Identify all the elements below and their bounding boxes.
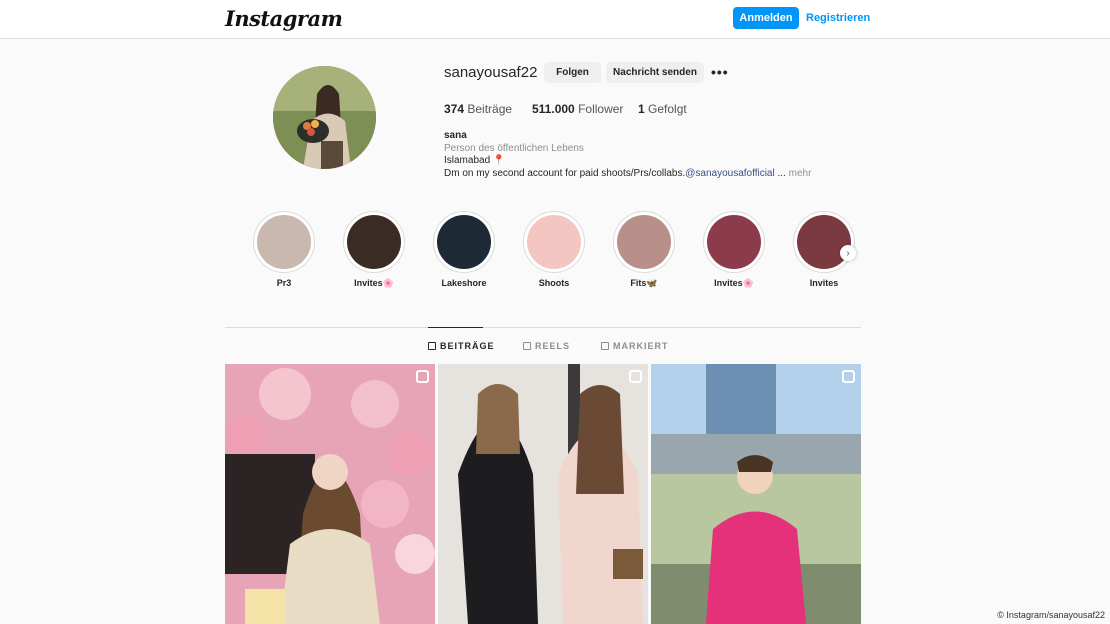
highlight-cover (343, 211, 405, 273)
instagram-logo[interactable]: Instagram (225, 6, 343, 31)
image-credit: © Instagram/sanayousaf22 (997, 610, 1105, 620)
profile-username: sanayousaf22 (444, 64, 538, 81)
post-tile[interactable] (438, 364, 648, 624)
followers-stat[interactable]: 511.000 Follower (532, 102, 638, 116)
following-stat[interactable]: 1 Gefolgt (638, 102, 687, 116)
highlight-cover (703, 211, 765, 273)
register-link[interactable]: Registrieren (806, 7, 870, 29)
following-count: 1 (638, 102, 645, 116)
bio-text: Dm on my second account for paid shoots/… (444, 167, 686, 179)
highlights-next-icon[interactable]: › (840, 245, 856, 261)
login-button[interactable]: Anmelden (733, 7, 799, 29)
story-highlight[interactable]: Invites🌸 (343, 211, 405, 289)
reel-icon (629, 370, 642, 383)
highlight-label: Shoots (538, 278, 570, 288)
bio-name: sana (444, 130, 467, 141)
highlight-cover (253, 211, 315, 273)
bio-more-link[interactable]: mehr (789, 168, 812, 179)
story-highlight[interactable]: Fits🦋 (613, 211, 675, 289)
highlight-label: Lakeshore (441, 278, 487, 288)
highlight-image (437, 215, 491, 269)
posts-label: Beiträge (467, 102, 513, 116)
highlight-image (347, 215, 401, 269)
tab-tagged[interactable]: MARKIERT (601, 341, 669, 351)
profile-stats: 374 Beiträge 511.000 Follower 1 Gefolgt (444, 102, 687, 116)
bio-mention-link[interactable]: @sanayousafofficial (685, 168, 774, 179)
more-options-icon[interactable]: ••• (711, 64, 729, 80)
highlight-cover (613, 211, 675, 273)
posts-stat[interactable]: 374 Beiträge (444, 102, 532, 116)
highlight-cover (433, 211, 495, 273)
tab-tagged-label: MARKIERT (613, 341, 669, 351)
highlight-cover (523, 211, 585, 273)
post-tile[interactable] (651, 364, 861, 624)
reel-icon (842, 370, 855, 383)
highlight-label: Pr3 (276, 278, 292, 288)
grid-icon (428, 342, 436, 350)
post-tile[interactable] (225, 364, 435, 624)
tab-posts-label: BEITRÄGE (440, 341, 495, 351)
story-highlight[interactable]: Shoots (523, 211, 585, 288)
highlight-cover (793, 211, 855, 273)
bio-line: Dm on my second account for paid shoots/… (444, 168, 811, 181)
bio-location: Islamabad 📍 (444, 155, 506, 166)
highlight-image (527, 215, 581, 269)
profile-bio: sana Person des öffentlichen Lebens Isla… (444, 130, 811, 180)
following-label: Gefolgt (648, 102, 687, 116)
followers-count: 511.000 (532, 102, 575, 116)
send-message-button[interactable]: Nachricht senden (606, 62, 704, 83)
highlight-image (257, 215, 311, 269)
highlight-image (797, 215, 851, 269)
bio-category: Person des öffentlichen Lebens (444, 142, 584, 154)
reel-icon (416, 370, 429, 383)
highlight-label: Invites (809, 278, 839, 288)
follow-button[interactable]: Folgen (544, 62, 601, 83)
reels-icon (523, 342, 531, 350)
top-bar: Instagram Anmelden Registrieren (0, 0, 1110, 39)
active-tab-indicator (428, 327, 483, 328)
bio-ellipsis: ... (777, 167, 786, 179)
highlight-label: Fits🦋 (630, 278, 658, 288)
tabs-divider (225, 327, 861, 328)
followers-label: Follower (578, 102, 624, 116)
story-highlight[interactable]: Lakeshore (433, 211, 495, 288)
tab-reels-label: REELS (535, 341, 571, 351)
highlight-label: Invites🌸 (354, 278, 394, 288)
tab-posts[interactable]: BEITRÄGE (428, 341, 495, 351)
tagged-icon (601, 342, 609, 350)
posts-count: 374 (444, 102, 465, 116)
profile-avatar[interactable] (273, 66, 376, 169)
highlight-image (707, 215, 761, 269)
highlight-label: Invites🌸 (714, 278, 754, 288)
story-highlight[interactable]: Invites🌸 (703, 211, 765, 289)
tab-reels[interactable]: REELS (523, 341, 570, 351)
story-highlight[interactable]: Pr3 (253, 211, 315, 288)
highlight-image (617, 215, 671, 269)
